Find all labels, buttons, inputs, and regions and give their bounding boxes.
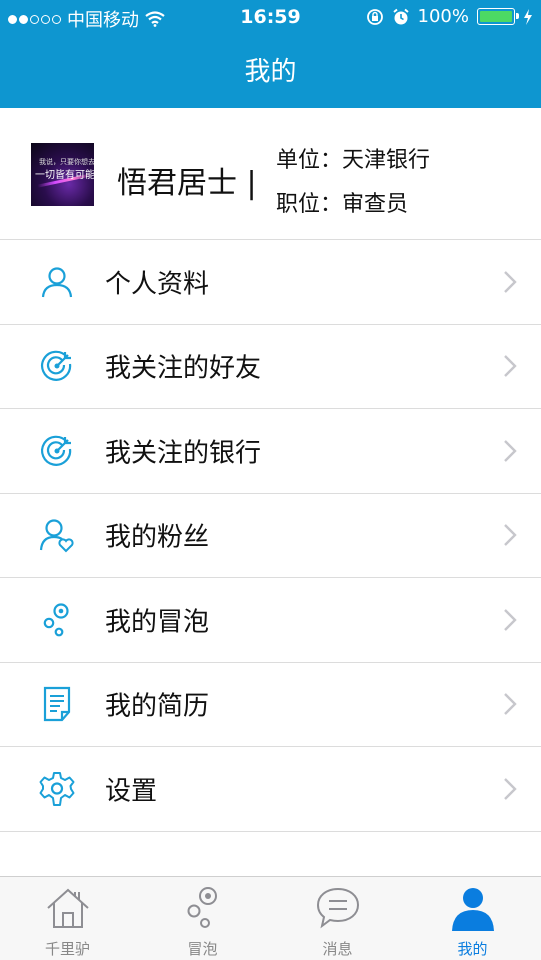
nav-bar: 我的 bbox=[0, 36, 541, 108]
chat-icon bbox=[316, 887, 359, 929]
battery-icon bbox=[477, 8, 519, 25]
user-heart-icon bbox=[39, 519, 74, 553]
tab-label: 冒泡 bbox=[187, 940, 218, 958]
chevron-right-icon bbox=[504, 777, 517, 800]
tab-bar: 千里驴 冒泡 消息 我的 bbox=[0, 876, 541, 960]
menu-item-label: 我的粉丝 bbox=[105, 522, 210, 553]
chevron-right-icon bbox=[504, 270, 517, 293]
menu-item-label: 我的简历 bbox=[105, 691, 210, 722]
battery-percent: 100% bbox=[417, 6, 469, 27]
status-bar: 中国移动 16:59 100% bbox=[0, 0, 541, 36]
user-name: 悟君居士 | bbox=[117, 166, 257, 201]
bubbles-icon bbox=[43, 603, 69, 637]
menu-item-label: 我的冒泡 bbox=[105, 607, 210, 638]
user-position: 职位：审查员 bbox=[276, 192, 409, 217]
menu-item-resume[interactable]: 我的简历 bbox=[0, 663, 541, 747]
person-icon bbox=[451, 888, 494, 931]
tab-label: 消息 bbox=[322, 940, 353, 958]
page-title: 我的 bbox=[244, 57, 297, 87]
chevron-right-icon bbox=[504, 608, 517, 631]
alarm-icon bbox=[392, 8, 409, 24]
user-icon bbox=[41, 267, 73, 297]
menu-item-label: 设置 bbox=[105, 776, 158, 807]
menu-list: 个人资料 我关注的好友 我关注的银行 我的粉丝 我的冒泡 我的简历 设置 bbox=[0, 240, 541, 832]
user-unit: 单位：天津银行 bbox=[276, 148, 431, 173]
chevron-right-icon bbox=[504, 693, 517, 716]
menu-item-fans[interactable]: 我的粉丝 bbox=[0, 494, 541, 578]
avatar[interactable]: 我说，只要你想去 一切皆有可能 bbox=[31, 143, 94, 206]
charging-icon bbox=[524, 8, 532, 25]
home-icon bbox=[46, 888, 89, 928]
tab-mine[interactable]: 我的 bbox=[405, 877, 540, 960]
tab-label: 我的 bbox=[457, 940, 488, 958]
tab-messages[interactable]: 消息 bbox=[270, 877, 405, 960]
chevron-right-icon bbox=[504, 524, 517, 547]
status-right: 100% bbox=[366, 6, 533, 27]
target-icon bbox=[41, 435, 72, 466]
avatar-slogan: 一切皆有可能 bbox=[35, 170, 94, 181]
bubbles-icon bbox=[187, 887, 217, 928]
tab-label: 千里驴 bbox=[44, 940, 90, 958]
chevron-right-icon bbox=[504, 355, 517, 378]
target-icon bbox=[41, 350, 72, 382]
menu-item-label: 我关注的银行 bbox=[105, 438, 262, 469]
menu-item-bubbles[interactable]: 我的冒泡 bbox=[0, 578, 541, 663]
gear-icon bbox=[39, 771, 75, 806]
tab-bubbles[interactable]: 冒泡 bbox=[135, 877, 270, 960]
tab-qianlilv[interactable]: 千里驴 bbox=[0, 877, 135, 960]
chevron-right-icon bbox=[504, 439, 517, 462]
document-icon bbox=[43, 687, 71, 722]
menu-item-profile[interactable]: 个人资料 bbox=[0, 240, 541, 325]
menu-item-followed-friends[interactable]: 我关注的好友 bbox=[0, 325, 541, 409]
menu-item-followed-banks[interactable]: 我关注的银行 bbox=[0, 409, 541, 494]
menu-item-label: 我关注的好友 bbox=[105, 353, 262, 384]
menu-item-label: 个人资料 bbox=[105, 269, 210, 300]
menu-item-settings[interactable]: 设置 bbox=[0, 747, 541, 832]
rotation-lock-icon bbox=[366, 8, 383, 25]
profile-header[interactable]: 我说，只要你想去 一切皆有可能 悟君居士 | 单位：天津银行 职位：审查员 bbox=[0, 108, 541, 240]
